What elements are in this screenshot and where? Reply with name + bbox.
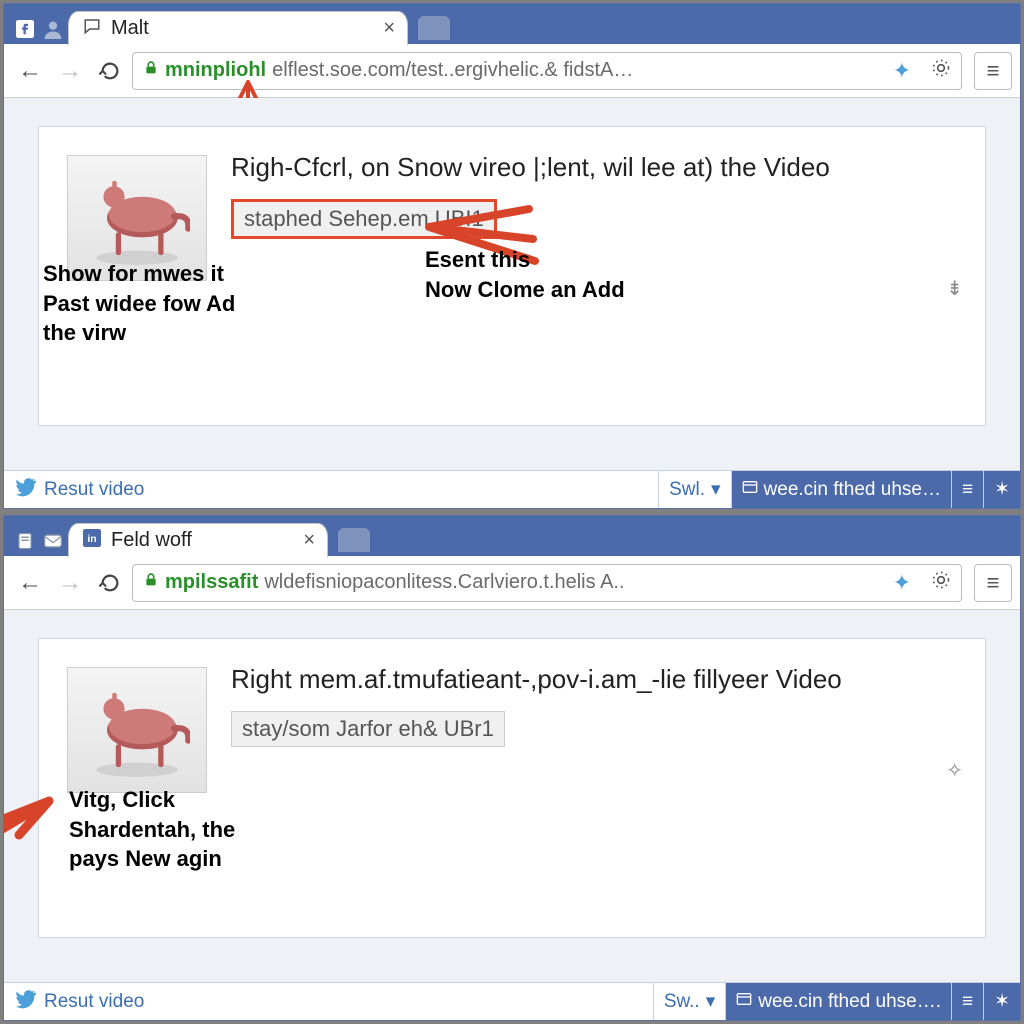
titlebar-app-icons xyxy=(10,12,68,44)
status-grid-button[interactable]: ≡ xyxy=(951,471,983,508)
linkedin-icon: in xyxy=(83,529,101,552)
status-left[interactable]: Resut video xyxy=(4,477,156,503)
svg-text:in: in xyxy=(87,533,96,545)
result-title[interactable]: Right mem.af.tmufatieant-,pov-i.am_-lie … xyxy=(231,661,961,697)
page-content: Right mem.af.tmufatieant-,pov-i.am_-lie … xyxy=(4,610,1020,982)
arrow-upright-icon xyxy=(3,795,59,905)
doc-icon xyxy=(14,530,36,552)
browser-window: Malt × ← → mninpliohl elflest.soe.com/te… xyxy=(3,3,1021,509)
share-icon[interactable]: ⇟ xyxy=(946,276,963,301)
result-body: Right mem.af.tmufatieant-,pov-i.am_-lie … xyxy=(231,661,985,853)
status-left-text: Resut video xyxy=(44,991,144,1013)
url-path: wldefisniopaconlitess.Carlviero.t.helis … xyxy=(264,571,624,594)
forward-button[interactable]: → xyxy=(52,53,88,89)
zoom-indicator-icon[interactable]: ✦ xyxy=(893,58,911,84)
person-icon xyxy=(42,18,64,40)
url-host: mninpliohl xyxy=(165,59,266,82)
bird-icon xyxy=(16,989,36,1015)
result-code-highlighted[interactable]: staphed Sehep.em UBI1 xyxy=(231,199,497,239)
address-bar[interactable]: mpilssafit wldefisniopaconlitess.Carlvie… xyxy=(132,564,962,602)
status-bar: Resut video Sw.. ▾ wee.cin fthed uhse…. … xyxy=(4,982,1020,1020)
reload-button[interactable] xyxy=(92,53,128,89)
status-panel-text: wee.cin fthed uhse…. xyxy=(758,991,941,1013)
url-path: elflest.soe.com/test..ergivhelic.& fidst… xyxy=(272,59,633,82)
status-dropdown-text: Swl. xyxy=(669,479,705,501)
tab-label: Feld woff xyxy=(111,529,192,552)
status-bar: Resut video Swl. ▾ wee.cin fthed uhse… ≡… xyxy=(4,470,1020,508)
page-action-icon[interactable] xyxy=(931,58,951,84)
status-dropdown[interactable]: Swl. ▾ xyxy=(658,471,730,508)
reload-button[interactable] xyxy=(92,565,128,601)
window-icon xyxy=(742,479,758,501)
status-panel-text: wee.cin fthed uhse… xyxy=(764,479,941,501)
share-icon[interactable]: ✧ xyxy=(946,758,963,783)
chevron-down-icon: ▾ xyxy=(706,990,716,1013)
status-panel[interactable]: wee.cin fthed uhse… xyxy=(731,471,951,508)
status-right: Sw.. ▾ wee.cin fthed uhse…. ≡ ✶ xyxy=(653,983,1020,1020)
url-host: mpilssafit xyxy=(165,571,258,594)
result-title[interactable]: Righ-Cfcrl, on Snow vireo |;lent, wil le… xyxy=(231,149,961,185)
window-titlebar: Malt × xyxy=(4,4,1020,44)
back-button[interactable]: ← xyxy=(12,53,48,89)
annotation-right: Esent this Now Clome an Add xyxy=(425,245,625,304)
new-tab-button[interactable] xyxy=(418,16,450,40)
lock-icon xyxy=(143,571,159,594)
status-left[interactable]: Resut video xyxy=(4,989,156,1015)
status-grid-button[interactable]: ≡ xyxy=(951,983,983,1020)
status-dropdown[interactable]: Sw.. ▾ xyxy=(653,983,725,1020)
browser-toolbar: ← → mpilssafit wldefisniopaconlitess.Car… xyxy=(4,556,1020,610)
lock-icon xyxy=(143,59,159,82)
facebook-icon xyxy=(14,18,36,40)
close-icon[interactable]: × xyxy=(383,17,395,40)
page-content: Righ-Cfcrl, on Snow vireo |;lent, wil le… xyxy=(4,98,1020,470)
menu-button[interactable]: ≡ xyxy=(974,52,1012,90)
status-expand-button[interactable]: ✶ xyxy=(983,471,1020,508)
result-thumbnail[interactable] xyxy=(67,667,207,793)
back-button[interactable]: ← xyxy=(12,565,48,601)
status-left-text: Resut video xyxy=(44,479,144,501)
window-titlebar: in Feld woff × xyxy=(4,516,1020,556)
window-icon xyxy=(736,991,752,1013)
address-bar[interactable]: mninpliohl elflest.soe.com/test..ergivhe… xyxy=(132,52,962,90)
result-thumbnail[interactable] xyxy=(67,155,207,281)
tab-label: Malt xyxy=(111,17,149,40)
comment-icon xyxy=(83,17,101,40)
browser-window: in Feld woff × ← → mpilssafit wldefisnio… xyxy=(3,515,1021,1021)
result-card: Righ-Cfcrl, on Snow vireo |;lent, wil le… xyxy=(38,126,986,426)
screenshot-stack: Malt × ← → mninpliohl elflest.soe.com/te… xyxy=(0,0,1024,1024)
titlebar-app-icons xyxy=(10,524,68,556)
result-code[interactable]: stay/som Jarfor eh& UBr1 xyxy=(231,711,505,747)
envelope-icon xyxy=(42,530,64,552)
browser-tab[interactable]: Malt × xyxy=(68,11,408,45)
page-action-icon[interactable] xyxy=(931,570,951,596)
status-expand-button[interactable]: ✶ xyxy=(983,983,1020,1020)
status-panel[interactable]: wee.cin fthed uhse…. xyxy=(725,983,951,1020)
chevron-down-icon: ▾ xyxy=(711,478,721,501)
new-tab-button[interactable] xyxy=(338,528,370,552)
menu-button[interactable]: ≡ xyxy=(974,564,1012,602)
result-card: Right mem.af.tmufatieant-,pov-i.am_-lie … xyxy=(38,638,986,938)
status-right: Swl. ▾ wee.cin fthed uhse… ≡ ✶ xyxy=(658,471,1020,508)
browser-tab[interactable]: in Feld woff × xyxy=(68,523,328,557)
browser-toolbar: ← → mninpliohl elflest.soe.com/test..erg… xyxy=(4,44,1020,98)
annotation-left: Vitg, Click Shardentah, the pays New agi… xyxy=(69,785,235,874)
result-body: Righ-Cfcrl, on Snow vireo |;lent, wil le… xyxy=(231,149,985,341)
forward-button[interactable]: → xyxy=(52,565,88,601)
zoom-indicator-icon[interactable]: ✦ xyxy=(893,570,911,596)
status-dropdown-text: Sw.. xyxy=(664,991,700,1013)
close-icon[interactable]: × xyxy=(303,529,315,552)
bird-icon xyxy=(16,477,36,503)
